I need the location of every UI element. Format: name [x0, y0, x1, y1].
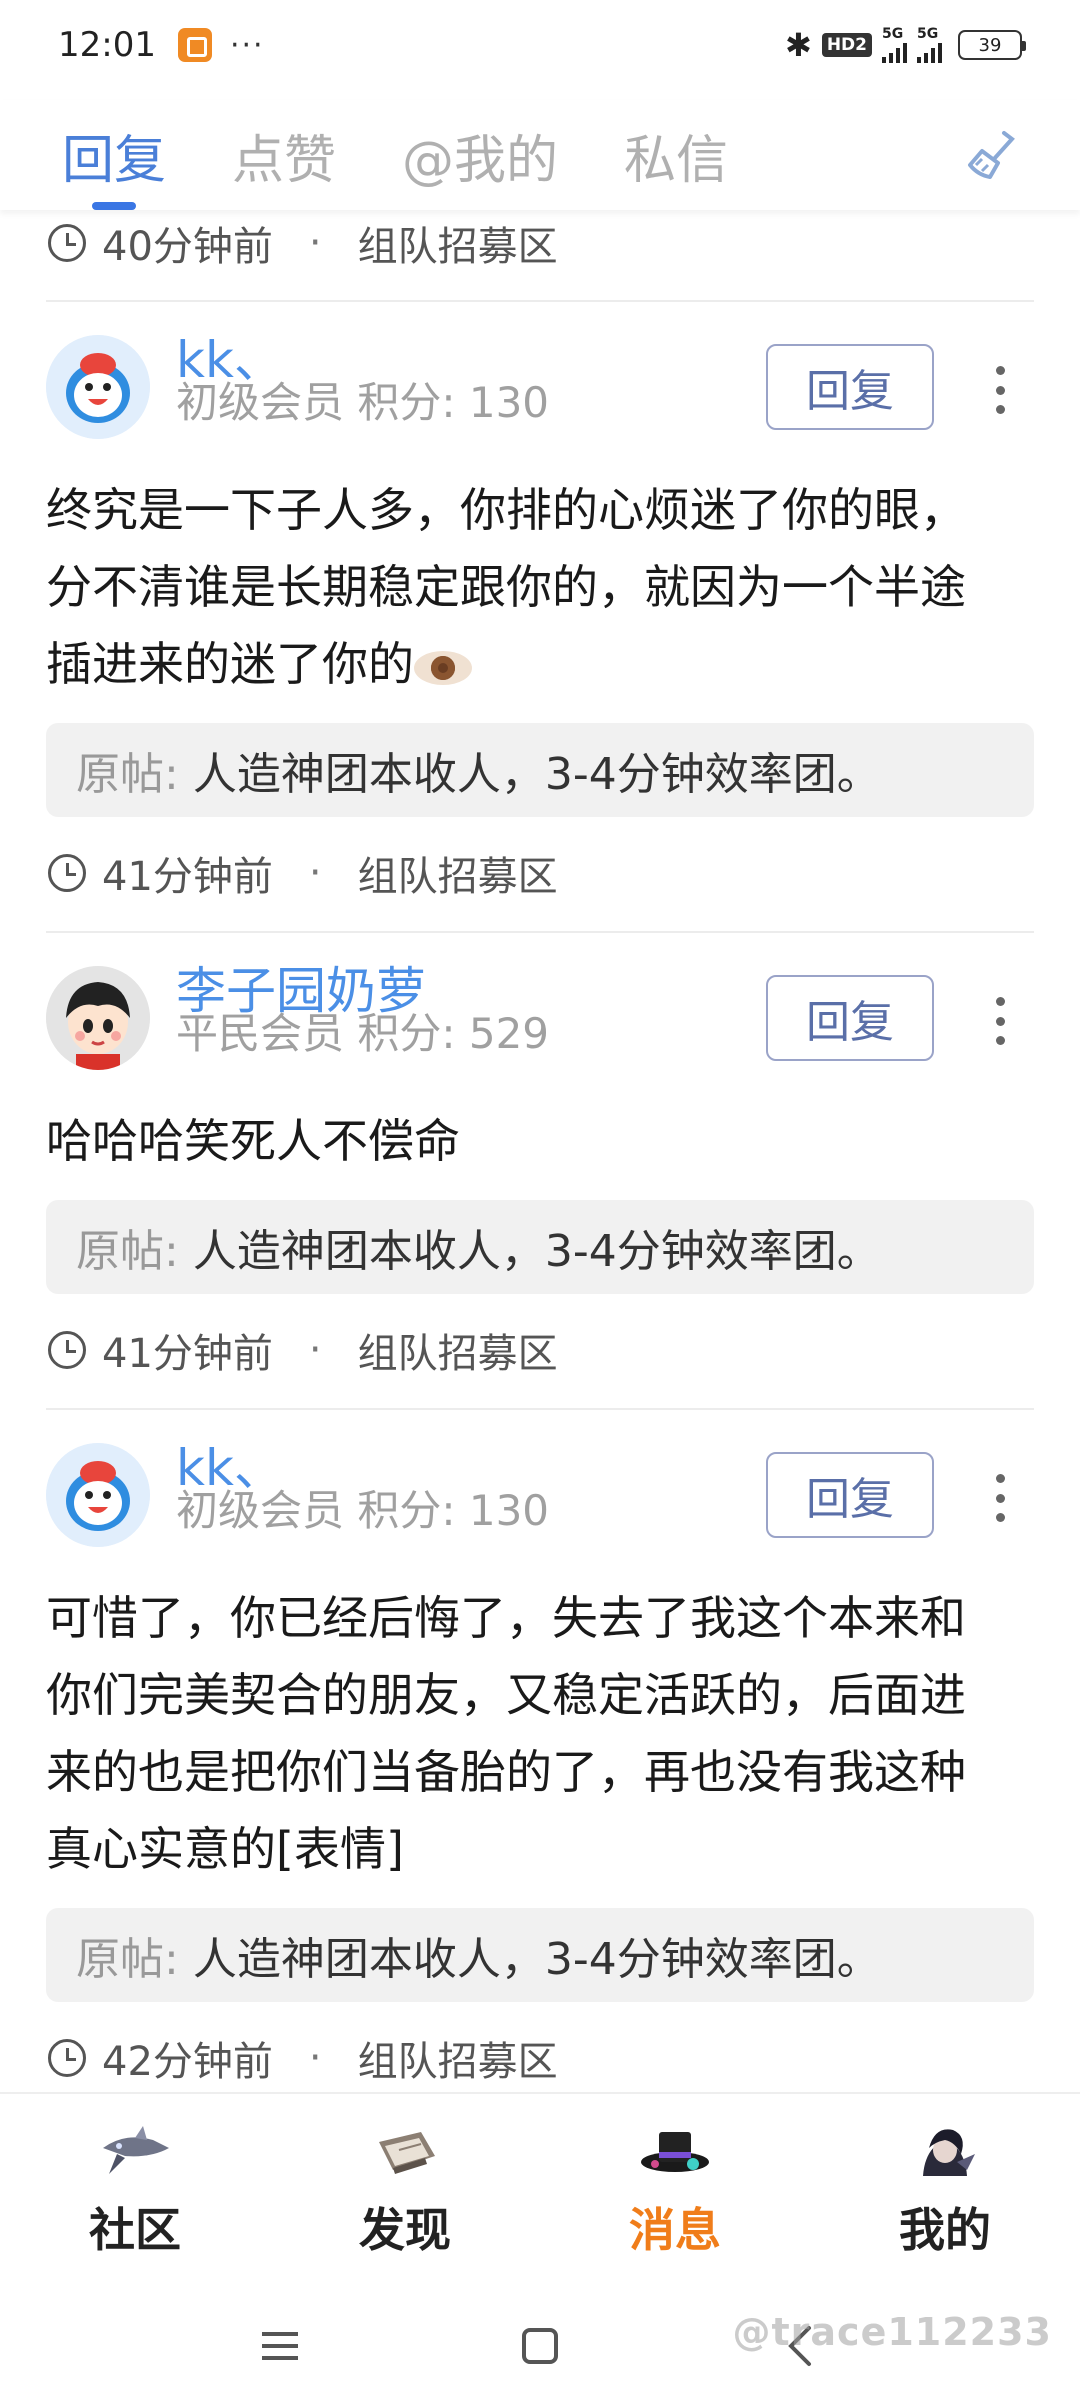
meta-separator: · — [308, 850, 322, 896]
nav-discover-label: 发现 — [359, 2203, 451, 2257]
discover-icon — [379, 2132, 435, 2174]
more-options-icon[interactable] — [988, 1468, 1012, 1528]
nav-profile-label: 我的 — [899, 2203, 991, 2257]
user-info: kk、 初级会员 积分: 130 — [176, 332, 549, 442]
nav-community-label: 社区 — [89, 2203, 181, 2257]
reply-content: 可惜了，你已经后悔了，失去了我这个本来和你们完美契合的朋友，又稳定活跃的，后面进… — [46, 1580, 1034, 1888]
signal-icon: 5G — [882, 27, 907, 63]
original-post-quote[interactable]: 原帖: 人造神团本收人，3-4分钟效率团。 — [46, 1908, 1034, 2002]
bluetooth-icon: ✱ — [785, 26, 812, 64]
profile-icon — [923, 2129, 975, 2176]
reply-text: 可惜了，你已经后悔了，失去了我这个本来和你们完美契合的朋友，又稳定活跃的，后面进… — [46, 1591, 966, 1876]
battery-icon: 39 — [958, 30, 1026, 60]
original-post-title: 人造神团本收人，3-4分钟效率团。 — [192, 1934, 881, 1985]
signal-icon-2: 5G — [917, 27, 942, 63]
nav-profile[interactable]: 我的 — [810, 2094, 1080, 2292]
clear-unread-broom-icon[interactable] — [960, 125, 1020, 185]
avatar[interactable] — [46, 966, 150, 1070]
reply-content: 终究是一下子人多，你排的心烦迷了你的眼，分不清谁是长期稳定跟你的，就因为一个半途… — [46, 472, 1034, 703]
bottom-navigation: 社区 发现 消息 我的 — [0, 2092, 1080, 2292]
home-button[interactable] — [410, 2292, 670, 2400]
user-info: 李子园奶萝 平民会员 积分: 529 — [176, 963, 549, 1073]
nav-messages-label: 消息 — [629, 2203, 721, 2257]
post-meta: 41分钟前 · 组队招募区 — [46, 833, 1034, 913]
reply-header: kk、 初级会员 积分: 130 回复 — [46, 302, 1034, 472]
avatar-girl-icon — [46, 966, 150, 1070]
nav-discover[interactable]: 发现 — [270, 2094, 540, 2292]
meta-separator: · — [308, 2035, 322, 2081]
reply-header: kk、 初级会员 积分: 130 回复 — [46, 1410, 1034, 1580]
nav-messages[interactable]: 消息 — [540, 2094, 810, 2292]
more-options-icon[interactable] — [988, 360, 1012, 420]
eye-emoji-icon — [414, 650, 472, 685]
watermark: @trace112233 — [732, 2310, 1052, 2354]
post-meta: 40分钟前 · 组队招募区 — [0, 210, 1080, 276]
reply-button[interactable]: 回复 — [766, 344, 934, 430]
original-post-label: 原帖: — [76, 1226, 179, 1277]
avatar[interactable] — [46, 1443, 150, 1547]
username[interactable]: kk、 — [176, 1440, 549, 1496]
status-indicators: ✱ HD2 5G 5G 39 — [785, 26, 1026, 64]
original-post-quote[interactable]: 原帖: 人造神团本收人，3-4分钟效率团。 — [46, 1200, 1034, 1294]
status-time: 12:01 — [58, 25, 156, 65]
username[interactable]: kk、 — [176, 332, 549, 388]
reply-text: 哈哈哈笑死人不偿命 — [46, 1114, 460, 1168]
tab-likes[interactable]: 点赞 — [232, 100, 336, 210]
meta-separator: · — [308, 220, 322, 266]
board-link[interactable]: 组队招募区 — [358, 1321, 558, 1379]
avatar-cartoon-icon — [46, 1443, 150, 1547]
reply-item[interactable]: kk、 初级会员 积分: 130 回复 可惜了，你已经后悔了，失去了我这个本来和… — [0, 1410, 1080, 2090]
nav-community[interactable]: 社区 — [0, 2094, 270, 2292]
post-meta: 41分钟前 · 组队招募区 — [46, 1310, 1034, 1390]
message-tabs: 回复 点赞 @我的 私信 — [0, 100, 1080, 210]
reply-item[interactable]: 李子园奶萝 平民会员 积分: 529 回复 哈哈哈笑死人不偿命 原帖: 人造神团… — [0, 933, 1080, 1390]
reply-content: 哈哈哈笑死人不偿命 — [46, 1103, 1034, 1180]
board-link[interactable]: 组队招募区 — [358, 2029, 558, 2087]
post-meta: 42分钟前 · 组队招募区 — [46, 2018, 1034, 2090]
reply-button[interactable]: 回复 — [766, 1452, 934, 1538]
network-type-label-2: 5G — [917, 26, 939, 42]
tab-mentions[interactable]: @我的 — [402, 100, 558, 210]
reply-text: 终究是一下子人多，你排的心烦迷了你的眼，分不清谁是长期稳定跟你的，就因为一个半途… — [46, 483, 966, 691]
more-options-icon[interactable] — [988, 991, 1012, 1051]
original-post-title: 人造神团本收人，3-4分钟效率团。 — [192, 749, 881, 800]
avatar[interactable] — [46, 335, 150, 439]
meta-separator: · — [308, 1327, 322, 1373]
original-post-label: 原帖: — [76, 749, 179, 800]
clock-icon — [48, 1331, 86, 1369]
clock-icon — [48, 224, 86, 262]
menu-icon — [262, 2332, 298, 2360]
notification-app-icon — [177, 28, 212, 62]
hd-voice-badge: HD2 — [821, 33, 872, 57]
tab-private-messages[interactable]: 私信 — [624, 100, 728, 210]
post-time: 42分钟前 — [102, 2039, 273, 2085]
reply-button[interactable]: 回复 — [766, 975, 934, 1061]
recent-apps-button[interactable] — [150, 2292, 410, 2400]
user-info: kk、 初级会员 积分: 130 — [176, 1440, 549, 1550]
original-post-quote[interactable]: 原帖: 人造神团本收人，3-4分钟效率团。 — [46, 723, 1034, 817]
messages-icon — [641, 2132, 709, 2172]
status-bar: 12:01 ··· ✱ HD2 5G 5G 39 — [0, 0, 1080, 90]
post-time: 40分钟前 — [102, 224, 273, 270]
clock-icon — [48, 854, 86, 892]
tab-replies[interactable]: 回复 — [62, 100, 166, 210]
post-time: 41分钟前 — [102, 854, 273, 900]
replies-feed[interactable]: 40分钟前 · 组队招募区 kk、 初级会员 积分: 130 回复 终究是一下子… — [0, 210, 1080, 2090]
username[interactable]: 李子园奶萝 — [176, 963, 549, 1019]
reply-header: 李子园奶萝 平民会员 积分: 529 回复 — [46, 933, 1034, 1103]
board-link[interactable]: 组队招募区 — [358, 214, 558, 272]
original-post-title: 人造神团本收人，3-4分钟效率团。 — [192, 1226, 881, 1277]
post-time: 41分钟前 — [102, 1331, 273, 1377]
more-notifications-icon: ··· — [229, 27, 265, 63]
reply-item[interactable]: kk、 初级会员 积分: 130 回复 终究是一下子人多，你排的心烦迷了你的眼，… — [0, 302, 1080, 913]
clock-icon — [48, 2039, 86, 2077]
board-link[interactable]: 组队招募区 — [358, 844, 558, 902]
original-post-label: 原帖: — [76, 1934, 179, 1985]
community-icon — [103, 2126, 169, 2174]
network-type-label: 5G — [882, 26, 904, 42]
avatar-cartoon-icon — [46, 335, 150, 439]
home-square-icon — [522, 2328, 558, 2364]
